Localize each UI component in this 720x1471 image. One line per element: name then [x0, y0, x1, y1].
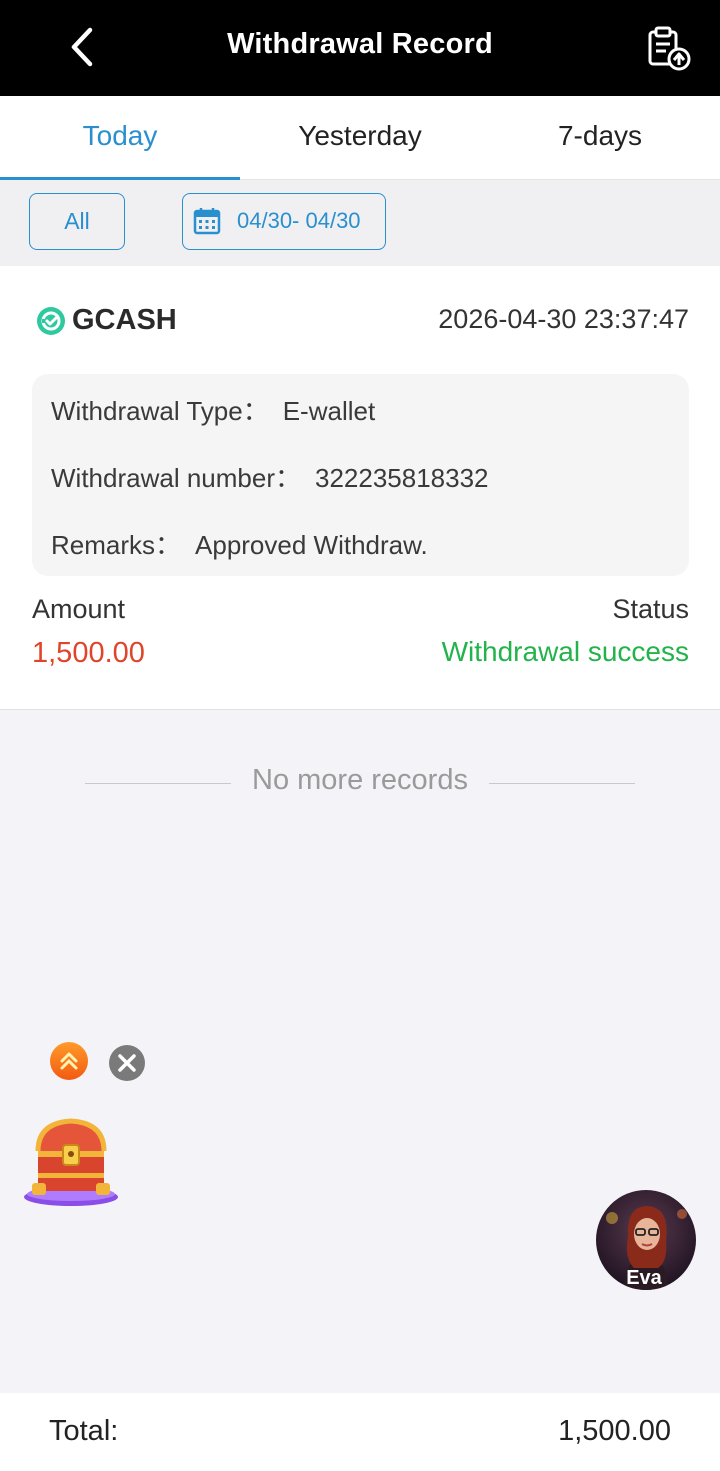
page-title: Withdrawal Record [227, 28, 493, 60]
gcash-logo-icon [37, 307, 65, 335]
withdrawal-record-card[interactable]: GCASH 2026-04-30 23:37:47 Withdrawal Typ… [0, 266, 720, 710]
assistant-avatar-button[interactable]: Eva [594, 1188, 698, 1292]
total-footer: Total: 1,500.00 [0, 1393, 720, 1471]
list-end-indicator: No more records [0, 764, 720, 800]
detail-label: Remarks： [51, 530, 182, 560]
detail-row-type: Withdrawal Type： E-wallet [51, 391, 375, 428]
export-records-button[interactable] [644, 24, 694, 74]
amount-value: 1,500.00 [32, 637, 145, 669]
tab-today[interactable]: Today [0, 96, 240, 180]
close-icon [109, 1045, 145, 1081]
date-range-button[interactable]: 04/30- 04/30 [182, 193, 386, 250]
double-chevron-up-icon [50, 1042, 88, 1080]
record-datetime: 2026-04-30 23:37:47 [438, 304, 689, 334]
detail-value: 322235818332 [314, 463, 489, 493]
calendar-icon [193, 208, 221, 235]
divider-right [489, 783, 635, 784]
status-label: Status [612, 594, 689, 624]
list-end-text: No more records [252, 764, 468, 796]
filter-all-button[interactable]: All [29, 193, 125, 250]
treasure-chest-icon [24, 1118, 118, 1206]
status-badge: Withdrawal success [441, 636, 689, 667]
date-tabs: Today Yesterday 7-days [0, 96, 720, 180]
channel-name: GCASH [72, 304, 177, 336]
record-details: Withdrawal Type： E-wallet Withdrawal numb… [32, 374, 689, 576]
amount-label: Amount [32, 594, 126, 624]
tab-7-days[interactable]: 7-days [480, 96, 720, 180]
detail-label: Withdrawal number： [51, 463, 301, 493]
clipboard-upload-icon [648, 26, 691, 71]
tab-yesterday[interactable]: Yesterday [240, 96, 480, 180]
avatar-name: Eva [626, 1267, 662, 1289]
detail-row-number: Withdrawal number： 322235818332 [51, 458, 489, 495]
close-promo-button[interactable] [108, 1044, 146, 1082]
divider-left [85, 783, 231, 784]
app-header: Withdrawal Record [0, 0, 720, 96]
detail-value: E-wallet [282, 396, 376, 426]
scroll-top-button[interactable] [49, 1041, 89, 1081]
total-value: 1,500.00 [558, 1415, 671, 1447]
treasure-chest-promo[interactable] [22, 1113, 120, 1209]
detail-label: Withdrawal Type： [51, 396, 269, 426]
date-range-text: 04/30- 04/30 [237, 208, 361, 233]
detail-value: Approved Withdraw. [195, 530, 428, 560]
assistant-avatar-icon: Eva [596, 1190, 696, 1290]
detail-row-remarks: Remarks： Approved Withdraw. [51, 525, 428, 562]
filter-bar: All 04/30- 04/30 [0, 180, 720, 266]
total-label: Total: [49, 1415, 119, 1447]
